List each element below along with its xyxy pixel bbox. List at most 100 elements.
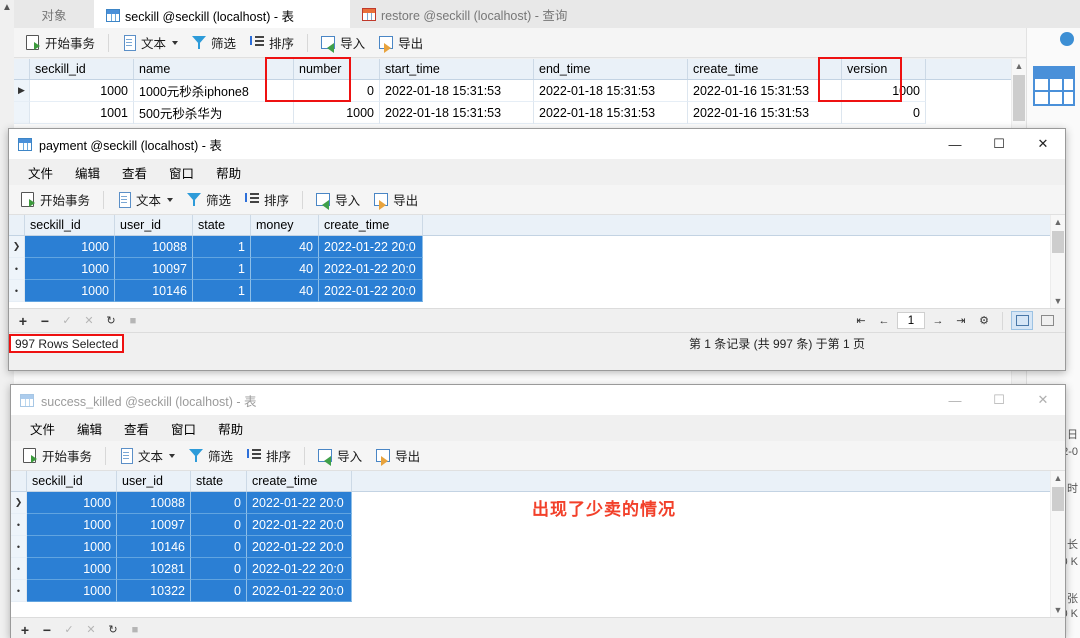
- table-cell[interactable]: 40: [251, 280, 319, 302]
- begin-transaction-button[interactable]: 开始事务: [20, 30, 101, 55]
- add-row-button[interactable]: +: [15, 621, 35, 638]
- table-cell[interactable]: 0: [191, 492, 247, 514]
- table-cell[interactable]: 2022-01-22 20:0: [319, 280, 423, 302]
- text-button[interactable]: 文本: [113, 443, 181, 468]
- cell-create-time[interactable]: 2022-01-16 15:31:53: [688, 102, 842, 124]
- filter-button[interactable]: 筛选: [181, 187, 237, 212]
- cell-name[interactable]: 500元秒杀华为: [134, 102, 294, 124]
- menu-window[interactable]: 窗口: [160, 416, 207, 441]
- table-cell[interactable]: 1000: [27, 514, 117, 536]
- refresh-button[interactable]: ↻: [101, 312, 121, 330]
- payment-window[interactable]: payment @seckill (localhost) - 表 — ☐ ✕ 文…: [8, 128, 1066, 371]
- table-row[interactable]: ❯ 1000 10088 0 2022-01-22 20:0: [11, 492, 1050, 514]
- cell-start-time[interactable]: 2022-01-18 15:31:53: [380, 80, 534, 102]
- table-cell[interactable]: 1: [193, 280, 251, 302]
- chevron-up-icon[interactable]: ▲: [1012, 59, 1026, 73]
- chevron-down-icon[interactable]: [167, 197, 174, 202]
- table-row[interactable]: 1001 500元秒杀华为 1000 2022-01-18 15:31:53 2…: [14, 102, 1011, 124]
- col-name[interactable]: name: [134, 59, 294, 79]
- col-seckill-id[interactable]: seckill_id: [25, 215, 115, 235]
- cell-number[interactable]: 1000: [294, 102, 380, 124]
- table-row[interactable]: • 1000 10146 1 40 2022-01-22 20:0: [9, 280, 1050, 302]
- success-killed-titlebar[interactable]: success_killed @seckill (localhost) - 表 …: [11, 385, 1065, 415]
- scrollbar-thumb[interactable]: [1052, 487, 1064, 511]
- table-cell[interactable]: 1000: [27, 492, 117, 514]
- table-cell[interactable]: 1000: [27, 558, 117, 580]
- maximize-button[interactable]: ☐: [977, 385, 1021, 415]
- table-cell[interactable]: 10322: [117, 580, 191, 602]
- chevron-down-icon[interactable]: ▼: [1051, 294, 1065, 308]
- close-button[interactable]: ✕: [1021, 385, 1065, 415]
- table-cell[interactable]: 1: [193, 258, 251, 280]
- table-cell[interactable]: 2022-01-22 20:0: [319, 258, 423, 280]
- col-user-id[interactable]: user_id: [115, 215, 193, 235]
- minimize-button[interactable]: —: [933, 385, 977, 415]
- table-cell[interactable]: 10088: [115, 236, 193, 258]
- scrollbar-thumb[interactable]: [1013, 75, 1025, 121]
- next-page-button[interactable]: →: [928, 312, 948, 330]
- table-cell[interactable]: 0: [191, 558, 247, 580]
- cell-seckill-id[interactable]: 1001: [30, 102, 134, 124]
- close-button[interactable]: ✕: [1021, 129, 1065, 159]
- payment-titlebar[interactable]: payment @seckill (localhost) - 表 — ☐ ✕: [9, 129, 1065, 159]
- scrollbar-thumb[interactable]: [1052, 231, 1064, 253]
- table-cell[interactable]: 2022-01-22 20:0: [247, 536, 352, 558]
- table-cell[interactable]: 10281: [117, 558, 191, 580]
- cancel-button[interactable]: ✕: [79, 312, 99, 330]
- filter-button[interactable]: 筛选: [186, 30, 242, 55]
- last-page-button[interactable]: ⇥: [951, 312, 971, 330]
- add-row-button[interactable]: +: [13, 312, 33, 330]
- menu-view[interactable]: 查看: [113, 416, 160, 441]
- cell-end-time[interactable]: 2022-01-18 15:31:53: [534, 80, 688, 102]
- table-cell[interactable]: 0: [191, 580, 247, 602]
- table-cell[interactable]: 1000: [27, 580, 117, 602]
- cancel-button[interactable]: ✕: [81, 621, 101, 638]
- table-row[interactable]: • 1000 10097 1 40 2022-01-22 20:0: [9, 258, 1050, 280]
- col-create-time[interactable]: create_time: [247, 471, 352, 491]
- apply-button[interactable]: ✓: [57, 312, 77, 330]
- table-row[interactable]: • 1000 10097 0 2022-01-22 20:0: [11, 514, 1050, 536]
- table-cell[interactable]: 10146: [117, 536, 191, 558]
- col-money[interactable]: money: [251, 215, 319, 235]
- import-button[interactable]: 导入: [315, 30, 371, 55]
- first-page-button[interactable]: ⇤: [851, 312, 871, 330]
- cell-start-time[interactable]: 2022-01-18 15:31:53: [380, 102, 534, 124]
- col-start-time[interactable]: start_time: [380, 59, 534, 79]
- cell-version[interactable]: 1000: [842, 80, 926, 102]
- text-button[interactable]: 文本: [111, 187, 179, 212]
- tab-restore-query[interactable]: restore @seckill (localhost) - 查询: [350, 0, 632, 28]
- chevron-down-icon[interactable]: [172, 40, 179, 45]
- table-cell[interactable]: 2022-01-22 20:0: [247, 514, 352, 536]
- gear-icon[interactable]: ⚙: [974, 312, 994, 330]
- menu-file[interactable]: 文件: [19, 416, 66, 441]
- success-killed-scrollbar[interactable]: ▲ ▼: [1050, 471, 1065, 617]
- cell-create-time[interactable]: 2022-01-16 15:31:53: [688, 80, 842, 102]
- table-cell[interactable]: 2022-01-22 20:0: [247, 492, 352, 514]
- prev-page-button[interactable]: ←: [874, 312, 894, 330]
- minimize-button[interactable]: —: [933, 129, 977, 159]
- cell-version[interactable]: 0: [842, 102, 926, 124]
- table-cell[interactable]: 40: [251, 236, 319, 258]
- maximize-button[interactable]: ☐: [977, 129, 1021, 159]
- table-cell[interactable]: 1000: [25, 280, 115, 302]
- chevron-down-icon[interactable]: ▼: [1051, 603, 1065, 617]
- table-row[interactable]: • 1000 10322 0 2022-01-22 20:0: [11, 580, 1050, 602]
- cell-name[interactable]: 1000元秒杀iphone8: [134, 80, 294, 102]
- export-button[interactable]: 导出: [373, 30, 429, 55]
- export-button[interactable]: 导出: [370, 443, 426, 468]
- table-cell[interactable]: 1000: [25, 258, 115, 280]
- menu-edit[interactable]: 编辑: [66, 416, 113, 441]
- col-user-id[interactable]: user_id: [117, 471, 191, 491]
- menu-view[interactable]: 查看: [111, 160, 158, 185]
- import-button[interactable]: 导入: [310, 187, 366, 212]
- menu-help[interactable]: 帮助: [205, 160, 252, 185]
- chevron-down-icon[interactable]: [169, 453, 176, 458]
- delete-row-button[interactable]: −: [35, 312, 55, 330]
- table-row[interactable]: ▶ 1000 1000元秒杀iphone8 0 2022-01-18 15:31…: [14, 80, 1011, 102]
- chevron-up-icon[interactable]: ▲: [1051, 471, 1065, 485]
- import-button[interactable]: 导入: [312, 443, 368, 468]
- form-view-icon[interactable]: [1036, 311, 1058, 330]
- payment-scrollbar[interactable]: ▲ ▼: [1050, 215, 1065, 308]
- table-cell[interactable]: 2022-01-22 20:0: [247, 580, 352, 602]
- table-cell[interactable]: 0: [191, 514, 247, 536]
